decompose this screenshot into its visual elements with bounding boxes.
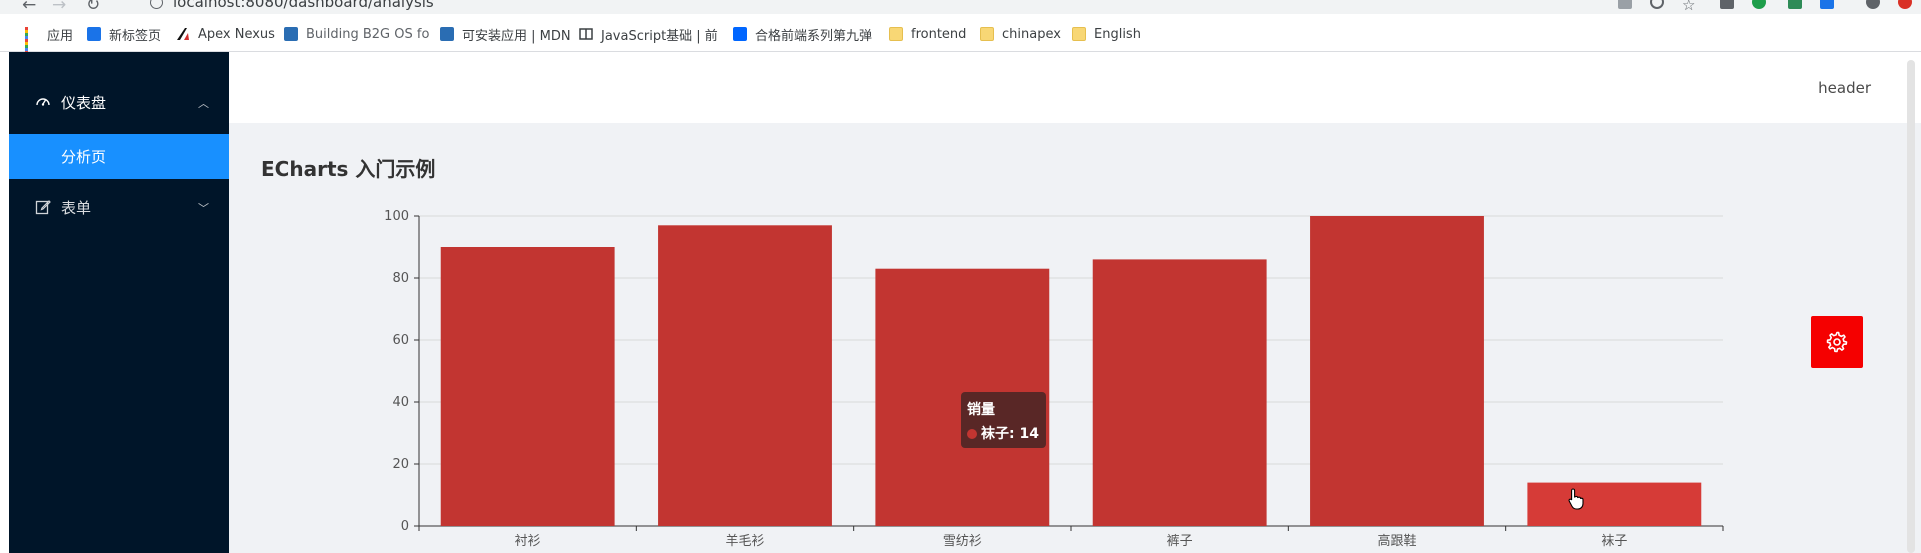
y-tick-label: 0 xyxy=(401,519,409,534)
bookmark-apex-nexus[interactable]: Apex Nexus xyxy=(176,25,275,43)
form-edit-icon xyxy=(35,200,51,215)
extension-icon[interactable] xyxy=(1820,0,1834,9)
update-alert-icon[interactable] xyxy=(1898,0,1912,9)
x-tick-label: 高跟鞋 xyxy=(1377,533,1416,549)
bookmark-label: Apex Nexus xyxy=(198,26,275,42)
menu-item-label: 表单 xyxy=(61,198,92,217)
bar-0[interactable] xyxy=(440,247,615,526)
extension-icon[interactable] xyxy=(1720,0,1734,9)
chevron-down-icon: ﹀ xyxy=(198,202,209,215)
dashboard-icon xyxy=(36,98,50,106)
bookmark-zhihu[interactable]: 合格前端系列第九弹 xyxy=(733,25,873,44)
url-field[interactable]: localhost:8080/dashboard/analysis xyxy=(150,0,434,11)
forward-arrow-icon[interactable]: → xyxy=(52,0,66,14)
bookmark-mdn-installable[interactable]: 可安装应用 | MDN xyxy=(440,25,571,44)
series-color-dot xyxy=(967,429,977,439)
vue-devtools-icon[interactable] xyxy=(1788,0,1802,9)
bookmark-javascript[interactable]: JavaScript基础 | 前 xyxy=(579,25,718,44)
app-layout: 仪表盘 ︿ 分析页 表单 ﹀ header ECharts 入门示例 0 20 40… xyxy=(0,52,1921,553)
submenu-item-label: 分析页 xyxy=(61,148,107,166)
back-arrow-icon[interactable]: ← xyxy=(22,0,36,14)
bookmark-folder-chinapex[interactable]: chinapex xyxy=(980,25,1061,43)
bookmark-apps[interactable]: 应用 xyxy=(25,25,74,54)
bookmark-label: 新标签页 xyxy=(109,28,162,44)
bar-1[interactable] xyxy=(658,225,832,527)
x-tick-label: 裤子 xyxy=(1167,534,1193,549)
bar-4[interactable] xyxy=(1310,216,1484,526)
zoom-icon[interactable] xyxy=(1650,0,1664,9)
tooltip-value: 袜子: 14 xyxy=(981,426,1039,442)
translate-icon[interactable] xyxy=(1618,0,1632,9)
y-tick-label: 60 xyxy=(392,333,409,348)
menu-item-label: 仪表盘 xyxy=(61,93,107,112)
window-edge xyxy=(0,52,9,553)
x-tick-label: 雪纺衫 xyxy=(943,534,982,549)
y-tick-label: 80 xyxy=(392,271,409,286)
bookmark-folder-english[interactable]: English xyxy=(1072,25,1141,43)
submenu-item-analysis[interactable]: 分析页 xyxy=(9,134,229,179)
info-icon[interactable] xyxy=(150,0,163,9)
bar-chart: 0 20 40 60 80 100 衬衫 羊毛衫 雪纺衫 裤子 高跟鞋 袜子 xyxy=(384,209,1724,549)
y-tick-label: 40 xyxy=(392,395,409,410)
gear-icon xyxy=(1826,331,1848,353)
grammarly-icon[interactable] xyxy=(1752,0,1766,9)
chevron-up-icon: ︿ xyxy=(198,97,209,110)
profile-avatar-icon[interactable] xyxy=(1866,0,1880,9)
folder-icon xyxy=(980,27,994,41)
new-tab-icon xyxy=(87,27,101,41)
mdn-dino-icon xyxy=(440,27,454,41)
sidebar: 仪表盘 ︿ 分析页 表单 ﹀ xyxy=(9,52,229,553)
url-text: localhost:8080/dashboard/analysis xyxy=(173,0,434,11)
zhihu-icon xyxy=(733,27,747,41)
apps-grid-icon xyxy=(25,27,39,54)
bookmark-label: 可安装应用 | MDN xyxy=(462,28,571,44)
y-tick-label: 100 xyxy=(384,209,409,224)
star-icon[interactable]: ☆ xyxy=(1682,0,1695,14)
bar-5[interactable] xyxy=(1527,482,1702,526)
menu-item-form[interactable]: 表单 ﹀ xyxy=(9,183,229,231)
bookmark-new-tab[interactable]: 新标签页 xyxy=(87,25,162,44)
bookmark-label: chinapex xyxy=(1002,26,1061,42)
book-icon xyxy=(579,28,593,40)
bookmark-label: 应用 xyxy=(47,28,74,44)
bookmark-label: Building B2G OS fo xyxy=(306,26,430,42)
bookmark-label: frontend xyxy=(911,26,967,42)
reload-icon[interactable]: ↻ xyxy=(86,0,100,14)
y-tick-label: 20 xyxy=(392,457,409,472)
x-tick-label: 袜子 xyxy=(1601,534,1627,549)
folder-icon xyxy=(889,27,903,41)
hand-cursor-icon xyxy=(1568,488,1584,510)
settings-button[interactable] xyxy=(1811,316,1863,368)
x-tick-label: 羊毛衫 xyxy=(725,533,764,549)
main-content: header ECharts 入门示例 0 20 40 60 80 100 衬衫 羊毛衫 雪纺衫… xyxy=(229,52,1921,553)
mdn-dino-icon xyxy=(284,27,298,41)
menu-item-dashboard[interactable]: 仪表盘 ︿ xyxy=(9,78,229,126)
bar-3[interactable] xyxy=(1092,259,1267,526)
bookmark-label: 合格前端系列第九弹 xyxy=(755,28,873,44)
bookmark-label: JavaScript基础 | 前 xyxy=(601,28,718,44)
browser-address-bar: ← → ↻ localhost:8080/dashboard/analysis … xyxy=(0,0,1921,14)
tooltip-title: 销量 xyxy=(967,402,995,418)
folder-icon xyxy=(1072,27,1086,41)
bookmark-building-b2g[interactable]: Building B2G OS fo xyxy=(284,25,429,43)
bookmarks-bar: 应用 新标签页 Apex Nexus Building B2G OS fo 可安… xyxy=(0,14,1921,54)
apex-logo-icon xyxy=(177,28,189,40)
chart-tooltip: 销量 袜子: 14 xyxy=(961,392,1046,448)
x-tick-label: 衬衫 xyxy=(515,534,541,549)
bookmark-folder-frontend[interactable]: frontend xyxy=(889,25,966,43)
bookmark-label: English xyxy=(1094,26,1141,42)
